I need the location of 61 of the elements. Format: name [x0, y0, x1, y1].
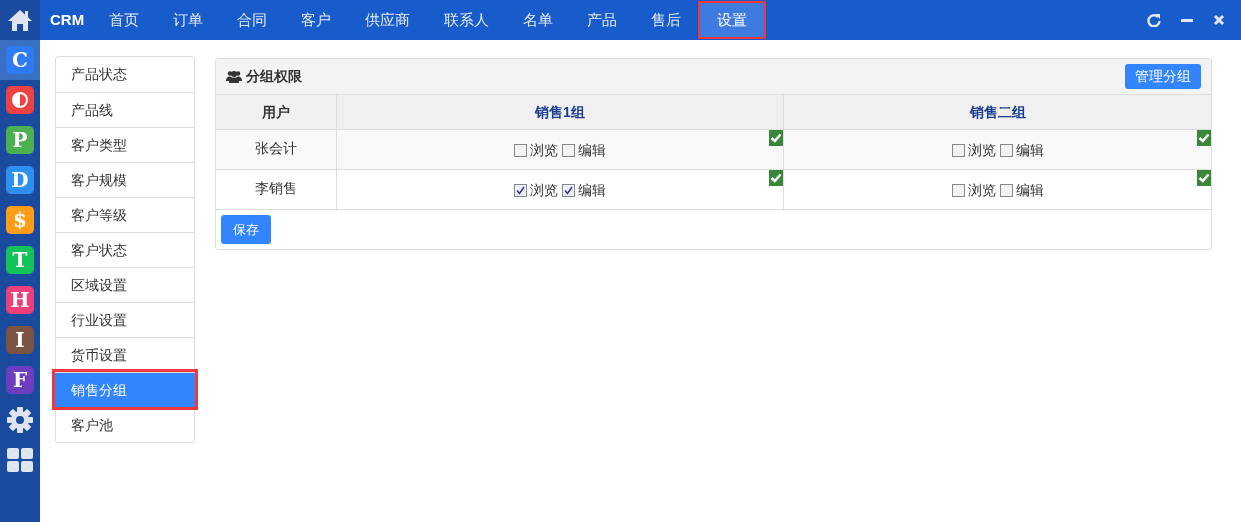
nav-tab[interactable]: 客户 [284, 1, 349, 39]
user-cell-text: 李销售 [254, 179, 298, 198]
app-tile[interactable]: D [6, 166, 34, 194]
sidebar-item[interactable]: 客户池 [56, 407, 194, 442]
checkbox[interactable] [514, 144, 527, 157]
nav-tab[interactable]: 联系人 [427, 1, 507, 39]
grid-icon[interactable] [6, 447, 34, 473]
sidebar-item[interactable]: 客户类型 [56, 127, 194, 162]
close-icon[interactable] [1213, 13, 1225, 27]
nav-tab[interactable]: 合同 [220, 1, 285, 39]
checkbox[interactable] [999, 144, 1013, 157]
checkmark-icon[interactable] [1197, 130, 1211, 146]
refresh-icon[interactable] [1147, 13, 1161, 27]
checkbox[interactable] [562, 144, 575, 157]
nav-tab[interactable]: 供应商 [348, 1, 428, 39]
nav-tab[interactable]: 首页 [92, 1, 157, 39]
checkbox[interactable] [951, 184, 965, 197]
sidebar-item[interactable]: 客户规模 [56, 162, 194, 197]
checkbox-label: 浏览 [530, 141, 558, 160]
app-tile[interactable]: P [6, 126, 34, 154]
sidebar-item[interactable]: 销售分组 [55, 372, 195, 407]
panel-title: 分组权限 [246, 67, 302, 86]
column-header: 销售二组 [783, 95, 1211, 129]
app-tile[interactable]: I [6, 326, 34, 354]
manage-groups-button[interactable]: 管理分组 [1125, 64, 1201, 89]
sidebar-item[interactable]: 产品状态 [56, 57, 194, 92]
app-tile[interactable]: C [6, 46, 34, 74]
checkmark-icon[interactable] [769, 170, 783, 186]
checkmark-icon[interactable] [769, 130, 783, 146]
checkbox[interactable] [999, 184, 1013, 197]
sidebar-item[interactable]: 区域设置 [56, 267, 194, 302]
nav-tab[interactable]: 订单 [156, 1, 221, 39]
brand-name: CRM [50, 9, 85, 30]
nav-tab[interactable]: 设置 [698, 1, 767, 39]
column-header: 用户 [261, 102, 291, 122]
sidebar-item[interactable]: 行业设置 [56, 302, 194, 337]
checkbox[interactable] [562, 184, 575, 197]
checkbox-label: 浏览 [967, 181, 996, 200]
checkbox-label: 浏览 [967, 141, 996, 160]
sidebar-item[interactable]: 客户状态 [56, 232, 194, 267]
checkbox-label: 编辑 [578, 141, 606, 160]
home-icon[interactable] [6, 7, 34, 33]
column-header: 销售1组 [336, 95, 783, 129]
checkbox-label: 浏览 [530, 181, 558, 200]
checkbox-label: 编辑 [1015, 181, 1044, 200]
checkmark-icon[interactable] [1197, 170, 1211, 186]
checkbox[interactable] [514, 184, 527, 197]
checkbox-label: 编辑 [578, 181, 606, 200]
sidebar-item[interactable]: 客户等级 [56, 197, 194, 232]
nav-tab[interactable]: 产品 [570, 1, 635, 39]
checkbox-label: 编辑 [1015, 141, 1044, 160]
nav-tab[interactable]: 售后 [634, 1, 699, 39]
sidebar-item[interactable]: 产品线 [56, 92, 194, 127]
settings-icon[interactable] [6, 406, 34, 434]
checkbox[interactable] [951, 144, 965, 157]
group-icon [226, 70, 242, 83]
app-tile[interactable]: H [6, 286, 34, 314]
save-button[interactable]: 保存 [221, 215, 271, 244]
app-tile[interactable]: F [6, 366, 34, 394]
nav-tab[interactable]: 名单 [506, 1, 571, 39]
user-cell-text: 张会计 [254, 139, 298, 158]
